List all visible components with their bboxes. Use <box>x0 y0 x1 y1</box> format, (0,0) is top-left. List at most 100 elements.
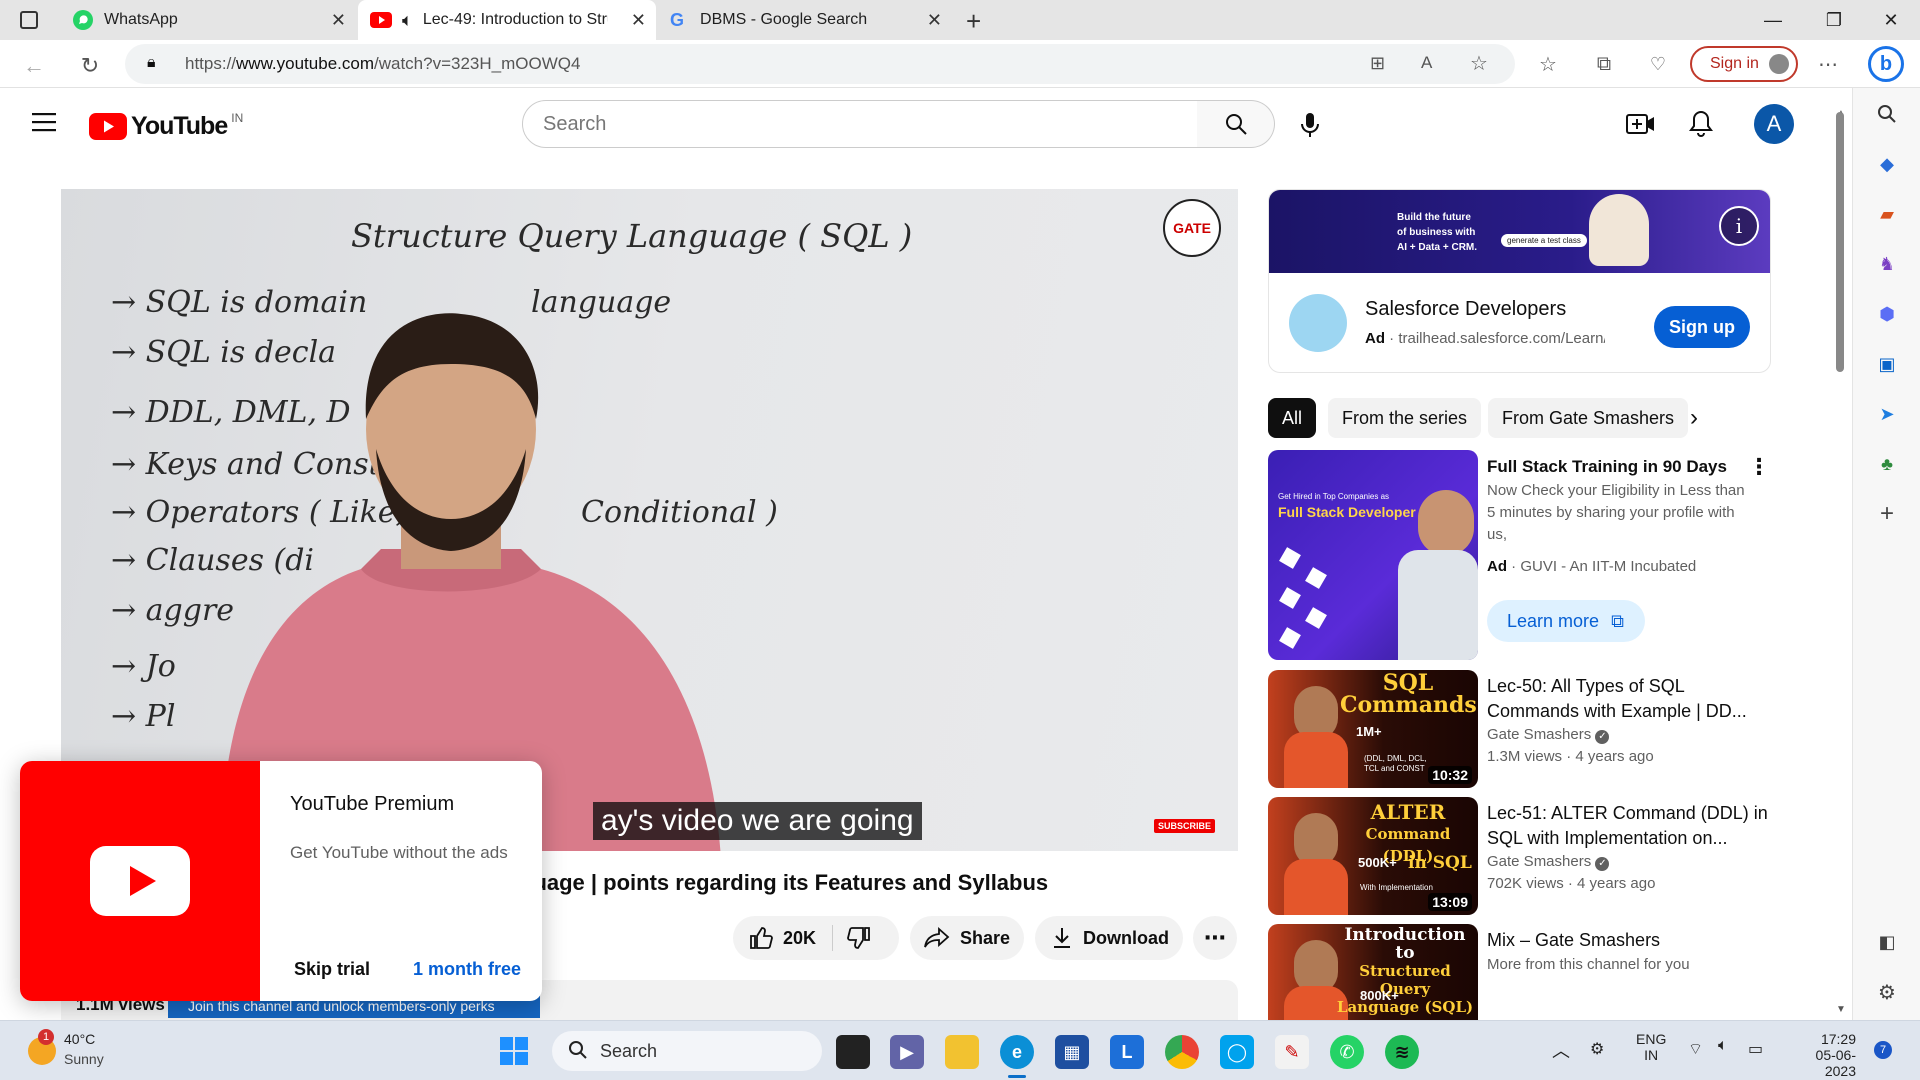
add-icon[interactable]: + <box>1873 500 1901 528</box>
subscribe-watermark[interactable]: SUBSCRIBE <box>1154 819 1216 833</box>
share-button[interactable]: Share <box>910 916 1024 960</box>
like-icon[interactable] <box>749 926 773 950</box>
rec-channel[interactable]: Gate Smashers ✓ <box>1487 724 1610 746</box>
tree-icon[interactable]: ♣ <box>1873 450 1901 478</box>
account-avatar[interactable]: A <box>1754 104 1794 144</box>
read-aloud-icon[interactable]: A <box>1421 53 1432 73</box>
like-count[interactable]: 20K <box>783 928 816 949</box>
recommendation-mix[interactable]: Introduction to Structured Query Languag… <box>1268 924 1788 1020</box>
rec-channel[interactable]: Gate Smashers ✓ <box>1487 851 1610 873</box>
refresh-icon[interactable]: ↻ <box>74 52 106 80</box>
whatsapp-icon[interactable]: ✆ <box>1330 1035 1364 1069</box>
battery-icon[interactable]: ▭ <box>1748 1039 1763 1059</box>
tab-whatsapp[interactable]: WhatsApp ✕ <box>60 0 356 40</box>
close-tab-icon[interactable]: ✕ <box>927 10 942 31</box>
recommendation-item[interactable]: ALTER Command (DDL) 500K+ in SQL With Imp… <box>1268 797 1788 915</box>
l-app-icon[interactable]: L <box>1110 1035 1144 1069</box>
scrollbar-thumb[interactable] <box>1836 112 1844 372</box>
sidebar-toggle-icon[interactable]: ◧ <box>1873 928 1901 956</box>
chevron-up-icon[interactable]: ︿ <box>1552 1037 1570 1063</box>
taskbar-search[interactable]: Search <box>552 1031 822 1071</box>
close-tab-icon[interactable]: ✕ <box>331 10 346 31</box>
store-icon[interactable]: ▦ <box>1055 1035 1089 1069</box>
maximize-icon[interactable]: ❐ <box>1805 0 1863 40</box>
weather-temp[interactable]: 40°C <box>64 1031 95 1047</box>
video-thumbnail[interactable]: ALTER Command (DDL) 500K+ in SQL With Imp… <box>1268 797 1478 915</box>
learn-more-button[interactable]: Learn more ⧉ <box>1487 600 1645 642</box>
sign-in-button[interactable]: Sign in <box>1690 46 1798 82</box>
more-actions-icon[interactable]: ⋯ <box>1193 916 1237 960</box>
send-icon[interactable]: ➤ <box>1873 400 1901 428</box>
tab-google-search[interactable]: G DBMS - Google Search ✕ <box>658 0 952 40</box>
video-thumbnail[interactable]: SQL Commands 1M+ (DDL, DML, DCL, TCL and … <box>1268 670 1478 788</box>
rec-title[interactable]: Full Stack Training in 90 Days <box>1487 454 1777 479</box>
mix-thumbnail[interactable]: Introduction to Structured Query Languag… <box>1268 924 1478 1020</box>
download-button[interactable]: Download <box>1035 916 1183 960</box>
task-view-icon[interactable] <box>836 1035 870 1069</box>
chip-all[interactable]: All <box>1268 398 1317 438</box>
tab-youtube-video[interactable]: 🔈︎ Lec-49: Introduction to Stru ✕ <box>358 0 656 40</box>
ad-card[interactable]: Build the future of business with AI + Dat… <box>1268 189 1771 373</box>
weather-desc[interactable]: Sunny <box>64 1051 104 1067</box>
bing-copilot-icon[interactable]: b <box>1868 46 1904 82</box>
back-icon[interactable]: ← <box>18 52 50 80</box>
gear-icon[interactable]: ⚙ <box>1873 978 1901 1006</box>
rec-title[interactable]: Lec-51: ALTER Command (DDL) in SQL with … <box>1487 801 1777 851</box>
microsoft-365-icon[interactable]: ⬢ <box>1873 300 1901 328</box>
notification-count-badge[interactable]: 7 <box>1874 1041 1892 1059</box>
create-video-icon[interactable] <box>1626 112 1656 136</box>
ad-thumbnail[interactable]: Get Hired in Top Companies as Full Stack… <box>1268 450 1478 660</box>
info-icon[interactable]: i <box>1719 206 1759 246</box>
wifi-icon[interactable]: ⌔ <box>1688 1039 1703 1059</box>
sign-up-button[interactable]: Sign up <box>1654 306 1750 348</box>
games-icon[interactable]: ♞ <box>1873 250 1901 278</box>
search-icon[interactable] <box>1873 100 1901 128</box>
channel-watermark[interactable]: GATE <box>1163 199 1221 257</box>
tools-icon[interactable]: ▰ <box>1873 200 1901 228</box>
collections-icon[interactable]: ⧉ <box>1588 50 1620 78</box>
spotify-icon[interactable]: ≋ <box>1385 1035 1419 1069</box>
app-icon[interactable]: ◯ <box>1220 1035 1254 1069</box>
chrome-icon[interactable] <box>1165 1035 1199 1069</box>
file-explorer-icon[interactable] <box>945 1035 979 1069</box>
rec-title[interactable]: Lec-50: All Types of SQL Commands with E… <box>1487 674 1777 724</box>
teams-icon[interactable]: ▶ <box>890 1035 924 1069</box>
app-available-icon[interactable]: ⊞ <box>1370 53 1385 74</box>
clock[interactable]: 17:29 05-06-2023 <box>1786 1031 1856 1079</box>
favorite-star-icon[interactable]: ☆ <box>1470 51 1488 76</box>
chip-from-gate-smashers[interactable]: From Gate Smashers <box>1488 398 1689 438</box>
notifications-bell-icon[interactable] <box>1688 110 1714 138</box>
volume-icon[interactable]: 🔈︎ <box>1718 1037 1728 1055</box>
dislike-icon[interactable] <box>847 926 871 950</box>
page-scrollbar[interactable]: ▲ ▼ <box>1832 108 1848 1020</box>
ad-banner[interactable]: Build the future of business with AI + Dat… <box>1269 190 1770 273</box>
rec-title[interactable]: Mix – Gate Smashers <box>1487 928 1777 953</box>
video-player[interactable]: Structure Query Language ( SQL ) → SQL i… <box>61 189 1238 851</box>
advertiser-avatar[interactable] <box>1289 294 1347 352</box>
advertiser-name[interactable]: Salesforce Developers <box>1365 298 1566 321</box>
pdf-app-icon[interactable]: ✎ <box>1275 1035 1309 1069</box>
favorites-icon[interactable]: ☆ <box>1532 50 1564 78</box>
browser-essentials-icon[interactable]: ♡ <box>1642 50 1674 78</box>
windows-start-icon[interactable] <box>500 1037 528 1065</box>
skip-trial-button[interactable]: Skip trial <box>294 959 370 980</box>
more-vert-icon[interactable]: ⋮ <box>1748 454 1770 480</box>
close-tab-icon[interactable]: ✕ <box>631 10 646 31</box>
menu-icon[interactable] <box>32 112 56 132</box>
url-bar[interactable]: 🔒︎ https://www.youtube.com/watch?v=323H_… <box>125 44 1515 84</box>
microphone-icon[interactable] <box>1298 112 1322 138</box>
outlook-icon[interactable]: ▣ <box>1873 350 1901 378</box>
language-indicator[interactable]: ENG IN <box>1636 1031 1666 1063</box>
youtube-logo[interactable]: YouTube IN <box>89 111 243 141</box>
chevron-right-icon[interactable]: › <box>1690 398 1698 438</box>
recommendation-ad[interactable]: Get Hired in Top Companies as Full Stack… <box>1268 450 1788 660</box>
one-month-free-button[interactable]: 1 month free <box>413 959 521 980</box>
shopping-tag-icon[interactable]: ◆ <box>1873 150 1901 178</box>
chip-from-the-series[interactable]: From the series <box>1328 398 1482 438</box>
close-window-icon[interactable]: ✕ <box>1862 0 1920 40</box>
edge-icon[interactable]: e <box>1000 1035 1034 1069</box>
speaker-icon[interactable]: 🔈︎ <box>402 10 413 31</box>
settings-more-icon[interactable]: ⋯ <box>1812 50 1844 78</box>
search-button[interactable] <box>1197 100 1275 148</box>
system-tray-icon[interactable]: ⚙ <box>1590 1039 1604 1059</box>
